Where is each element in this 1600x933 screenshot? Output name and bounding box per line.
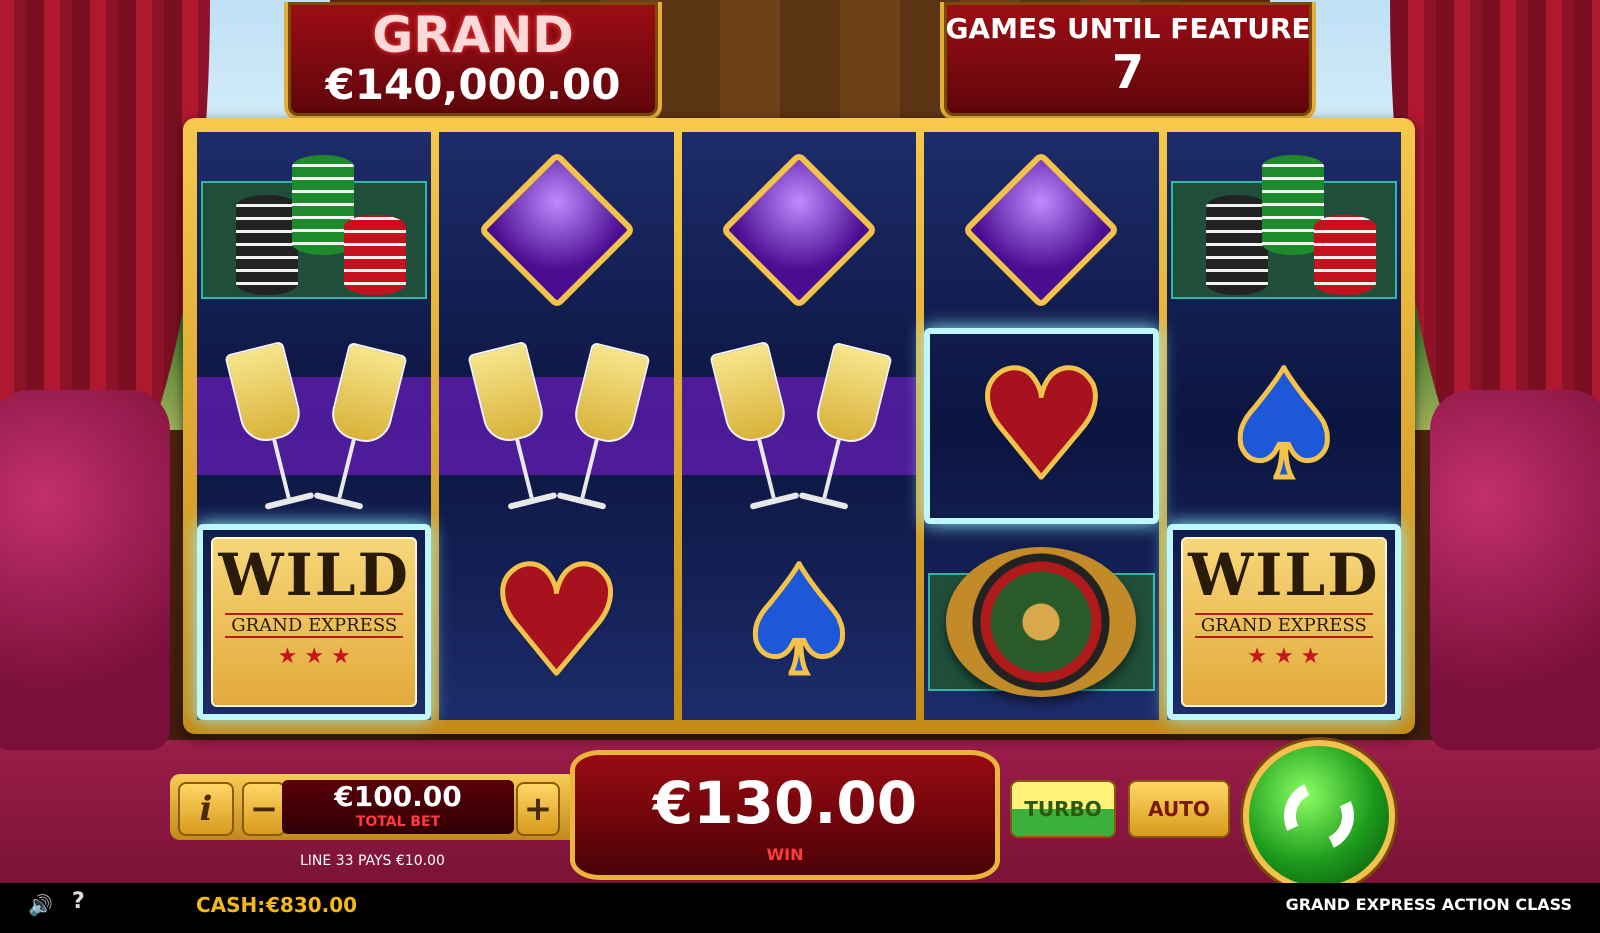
diamond-icon bbox=[719, 150, 879, 310]
wild-word: WILD bbox=[1188, 541, 1380, 609]
reel-cell bbox=[924, 524, 1158, 720]
feature-counter-panel: GAMES UNTIL FEATURE 7 bbox=[940, 2, 1316, 120]
reel-3: ♠ bbox=[681, 132, 917, 720]
wild-icon: WILD GRAND EXPRESS ★ ★ ★ bbox=[211, 537, 418, 707]
auto-button[interactable]: AUTO bbox=[1128, 780, 1230, 838]
reel-cell bbox=[197, 328, 432, 524]
reel-cell: ♠ bbox=[682, 524, 916, 720]
feature-count: 7 bbox=[1111, 45, 1144, 99]
spin-button[interactable] bbox=[1243, 740, 1395, 892]
reel-cell-winning: ♥ bbox=[924, 328, 1158, 524]
reel-1: WILD GRAND EXPRESS ★ ★ ★ bbox=[197, 132, 432, 720]
champagne-icon bbox=[214, 336, 414, 516]
win-display: €130.00 WIN bbox=[570, 750, 1000, 880]
reel-frame: WILD GRAND EXPRESS ★ ★ ★ ♥ ♠ ♥ ♠ WILD GR… bbox=[183, 118, 1415, 734]
heart-icon: ♥ bbox=[487, 535, 627, 709]
champagne-icon bbox=[699, 336, 899, 516]
spade-icon: ♠ bbox=[1214, 339, 1354, 513]
diamond-icon bbox=[962, 150, 1121, 310]
reel-4: ♥ bbox=[924, 132, 1159, 720]
heart-icon: ♥ bbox=[972, 339, 1112, 513]
wild-subtitle: GRAND EXPRESS bbox=[225, 613, 404, 638]
roulette-icon bbox=[946, 547, 1137, 697]
total-bet-label: TOTAL BET bbox=[355, 814, 441, 830]
wild-subtitle: GRAND EXPRESS bbox=[1194, 613, 1373, 638]
bet-controls: i − €100.00 TOTAL BET + bbox=[170, 774, 578, 840]
decrease-bet-button[interactable]: − bbox=[242, 782, 286, 836]
total-bet-display: €100.00 TOTAL BET bbox=[282, 780, 514, 834]
info-button[interactable]: i bbox=[178, 782, 234, 836]
reel-cell: ♠ bbox=[1167, 328, 1401, 524]
total-bet-value: €100.00 bbox=[334, 780, 462, 813]
reel-cell-winning: WILD GRAND EXPRESS ★ ★ ★ bbox=[197, 524, 431, 720]
jackpot-amount: €140,000.00 bbox=[325, 60, 621, 109]
status-bar: 🔊 ? CASH: €830.00 GRAND EXPRESS ACTION C… bbox=[0, 883, 1600, 933]
diamond-icon bbox=[477, 150, 636, 310]
champagne-icon bbox=[457, 336, 657, 516]
reel-5: ♠ WILD GRAND EXPRESS ★ ★ ★ bbox=[1166, 132, 1402, 720]
chips-icon bbox=[214, 155, 414, 305]
line-pays-text: LINE 33 PAYS €10.00 bbox=[300, 853, 445, 869]
wild-icon: WILD GRAND EXPRESS ★ ★ ★ bbox=[1180, 537, 1387, 707]
chips-icon bbox=[1184, 155, 1384, 305]
wild-word: WILD bbox=[218, 541, 410, 609]
wild-stars: ★ ★ ★ bbox=[1247, 644, 1321, 669]
grand-jackpot-panel: GRAND €140,000.00 bbox=[284, 2, 662, 120]
reel-cell bbox=[681, 328, 917, 524]
reel-cell bbox=[439, 132, 673, 328]
spade-icon: ♠ bbox=[729, 535, 869, 709]
turbo-button[interactable]: TURBO bbox=[1010, 780, 1116, 838]
seat-left bbox=[0, 390, 170, 750]
reel-cell: ♥ bbox=[439, 524, 673, 720]
jackpot-label: GRAND bbox=[372, 6, 574, 64]
reel-cell-winning: WILD GRAND EXPRESS ★ ★ ★ bbox=[1167, 524, 1401, 720]
reel-cell bbox=[1167, 132, 1401, 328]
reel-cell bbox=[197, 132, 431, 328]
reel-cell bbox=[682, 132, 916, 328]
win-amount: €130.00 bbox=[652, 769, 918, 837]
seat-right bbox=[1430, 390, 1600, 750]
sound-icon[interactable]: 🔊 bbox=[28, 893, 53, 917]
reel-cell bbox=[924, 132, 1158, 328]
reels-grid: WILD GRAND EXPRESS ★ ★ ★ ♥ ♠ ♥ ♠ WILD GR… bbox=[197, 132, 1402, 720]
increase-bet-button[interactable]: + bbox=[516, 782, 560, 836]
cash-label: CASH: bbox=[196, 893, 266, 917]
reel-cell bbox=[439, 328, 675, 524]
spin-icon bbox=[1274, 771, 1364, 861]
cash-value: €830.00 bbox=[266, 893, 358, 917]
game-title: GRAND EXPRESS ACTION CLASS bbox=[1285, 895, 1572, 914]
win-label: WIN bbox=[766, 845, 804, 864]
feature-label: GAMES UNTIL FEATURE bbox=[945, 12, 1311, 45]
wild-stars: ★ ★ ★ bbox=[277, 644, 351, 669]
reel-2: ♥ bbox=[439, 132, 675, 720]
help-icon[interactable]: ? bbox=[72, 889, 85, 914]
